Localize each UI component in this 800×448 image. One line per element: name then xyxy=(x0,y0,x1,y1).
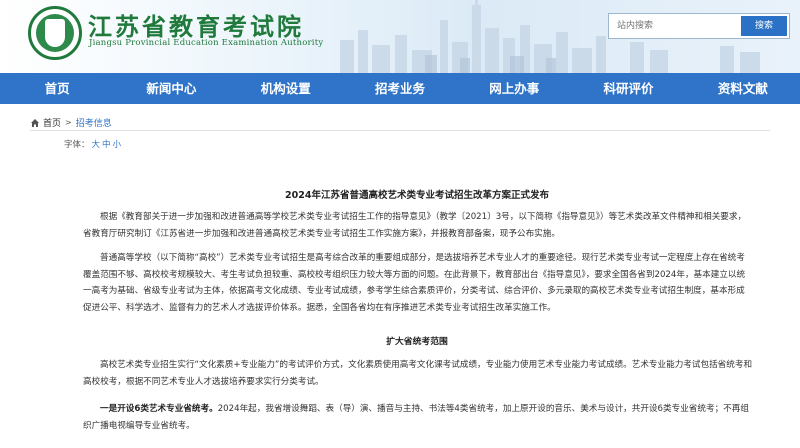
nav-item-research[interactable]: 科研评价 xyxy=(571,73,685,104)
article-subheading: 扩大省统考范围 xyxy=(386,337,448,347)
article-title: 2024年江苏省普通高校艺术类专业考试招生改革方案正式发布 xyxy=(285,190,549,201)
article-paragraph-4: 一是开设6类艺术专业省统考。2024年起，我省增设舞蹈、表（导）演、播音与主持、… xyxy=(83,401,753,434)
nav-item-news[interactable]: 新闻中心 xyxy=(114,73,228,104)
article-paragraph-2: 普通高等学校（以下简称“高校”）艺术类专业考试招生是高考综合改革的重要组成部分，… xyxy=(83,253,746,313)
search-box: 搜索 xyxy=(608,13,790,39)
nav-item-home[interactable]: 首页 xyxy=(0,73,114,104)
logo-torch-icon xyxy=(45,19,65,47)
search-button[interactable]: 搜索 xyxy=(741,16,787,36)
font-size-small[interactable]: 小 xyxy=(113,140,122,150)
font-size-label: 字体： xyxy=(64,140,90,150)
article-paragraph-4-lead: 一是开设6类艺术专业省统考。 xyxy=(100,404,218,414)
nav-item-documents[interactable]: 资料文献 xyxy=(686,73,800,104)
breadcrumb-current[interactable]: 招考信息 xyxy=(76,116,112,129)
main-nav: 首页 新闻中心 机构设置 招考业务 网上办事 科研评价 资料文献 xyxy=(0,73,800,104)
article-paragraph-1: 根据《教育部关于进一步加强和改进普通高等学校艺术类专业考试招生工作的指导意见》（… xyxy=(83,212,747,239)
font-size-large[interactable]: 大 xyxy=(92,140,101,150)
nav-item-admissions[interactable]: 招考业务 xyxy=(343,73,457,104)
font-size-control: 字体：大中小 xyxy=(64,138,121,150)
site-title[interactable]: 江苏省教育考试院 xyxy=(88,7,304,42)
site-logo[interactable] xyxy=(28,6,82,60)
nav-item-organization[interactable]: 机构设置 xyxy=(229,73,343,104)
breadcrumb-separator: > xyxy=(65,118,72,127)
site-subtitle: Jiangsu Provincial Education Examination… xyxy=(89,38,324,48)
home-icon xyxy=(31,118,39,127)
site-header: 江苏省教育考试院 Jiangsu Provincial Education Ex… xyxy=(0,0,800,73)
breadcrumb: 首页 > 招考信息 xyxy=(30,116,112,129)
breadcrumb-home[interactable]: 首页 xyxy=(43,116,61,129)
nav-item-online-services[interactable]: 网上办事 xyxy=(457,73,571,104)
article-paragraph-3: 高校艺术类专业招生实行“文化素质+专业能力”的考试评价方式，文化素质使用高考文化… xyxy=(83,360,753,387)
search-input[interactable] xyxy=(609,14,737,38)
font-size-medium[interactable]: 中 xyxy=(102,140,111,150)
breadcrumb-divider xyxy=(30,130,770,131)
